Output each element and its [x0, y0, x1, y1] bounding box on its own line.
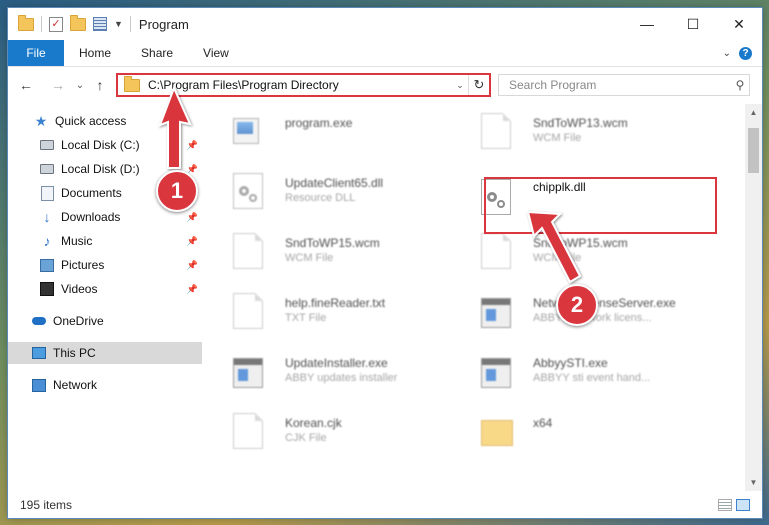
step-badge-1: 1: [156, 170, 198, 212]
arrow-2-shape: [526, 210, 582, 284]
arrow-1-shape: [158, 85, 192, 169]
annotation-arrow-1: [158, 85, 582, 284]
step-badge-2: 2: [556, 284, 598, 326]
